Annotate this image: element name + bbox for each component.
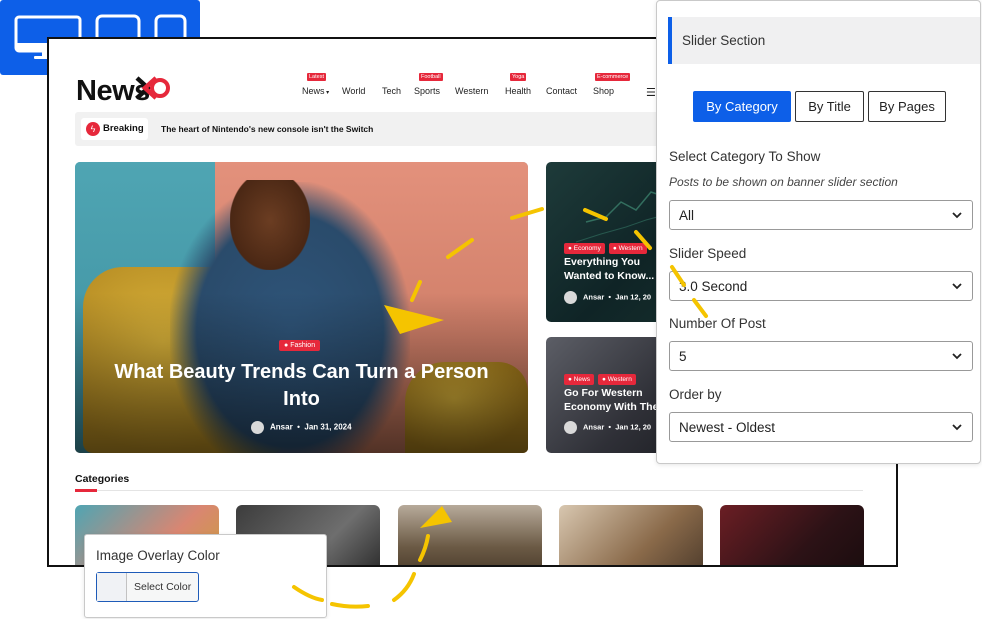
speed-select-value: 3.0 Second bbox=[679, 279, 748, 294]
card-meta: Ansar • Jan 12, 20 bbox=[564, 421, 651, 434]
caret-down-icon: ▾ bbox=[324, 90, 330, 96]
categories-heading: Categories bbox=[75, 473, 130, 485]
nav-badge: Latest bbox=[307, 73, 326, 81]
avatar bbox=[564, 291, 577, 304]
nav-label: Tech bbox=[382, 86, 402, 96]
card-badges: ● News ● Western bbox=[564, 368, 640, 386]
hero-badge-text: Fashion bbox=[290, 342, 316, 349]
nav-label: Shop bbox=[593, 86, 615, 96]
nav-label: World bbox=[342, 86, 366, 96]
order-select[interactable]: Newest - Oldest bbox=[669, 412, 973, 442]
chevron-down-icon bbox=[952, 283, 962, 290]
category-label: Select Category To Show bbox=[669, 149, 821, 164]
hero-meta: Ansar • Jan 31, 2024 bbox=[251, 421, 352, 434]
color-swatch bbox=[97, 573, 127, 601]
nav-item-tech[interactable]: Tech bbox=[382, 86, 401, 96]
avatar bbox=[251, 421, 264, 434]
hero-title[interactable]: What Beauty Trends Can Turn a Person Int… bbox=[95, 359, 508, 413]
tab-by-title[interactable]: By Title bbox=[795, 91, 864, 122]
panel-title: Slider Section bbox=[682, 33, 766, 48]
nav-label: Sports bbox=[414, 86, 441, 96]
nav-label: Western bbox=[455, 86, 489, 96]
category-select[interactable]: All bbox=[669, 200, 973, 230]
slider-settings-panel: Slider Section By Category By Title By P… bbox=[656, 0, 981, 464]
nav-item-world[interactable]: World bbox=[342, 86, 365, 96]
card-badges: ● Economy ● Western bbox=[564, 237, 651, 255]
order-label: Order by bbox=[669, 387, 722, 402]
hero-date: Jan 31, 2024 bbox=[304, 422, 352, 432]
breaking-pill: ϟ Breaking bbox=[81, 118, 148, 140]
nav-item-sports[interactable]: Sports Football bbox=[414, 73, 443, 96]
speed-select[interactable]: 3.0 Second bbox=[669, 271, 973, 301]
tab-by-category[interactable]: By Category bbox=[693, 91, 791, 122]
overlay-color-setting: Image Overlay Color Select Color bbox=[84, 534, 327, 618]
divider bbox=[75, 490, 863, 491]
category-select-value: All bbox=[679, 208, 695, 223]
nav-badge: E-commerce bbox=[595, 73, 631, 81]
hero-author[interactable]: Ansar bbox=[270, 423, 293, 432]
overlay-color-label: Image Overlay Color bbox=[96, 548, 220, 563]
nav-badge: Yoga bbox=[510, 73, 527, 81]
category-thumbnail[interactable] bbox=[398, 505, 542, 565]
nav-label: Contact bbox=[546, 86, 578, 96]
nav-label: News bbox=[302, 86, 325, 96]
hero-post[interactable]: ● Fashion What Beauty Trends Can Turn a … bbox=[75, 162, 528, 453]
select-color-button[interactable]: Select Color bbox=[96, 572, 199, 602]
nav-item-health[interactable]: Health Yoga bbox=[505, 73, 532, 96]
nav-item-news[interactable]: News ▾ Latest bbox=[302, 73, 330, 96]
category-badge[interactable]: ● Western bbox=[608, 243, 647, 254]
breaking-news-bar: ϟ Breaking The heart of Nintendo's new c… bbox=[75, 112, 675, 146]
post-count-select-value: 5 bbox=[679, 349, 687, 364]
tab-by-pages[interactable]: By Pages bbox=[868, 91, 946, 122]
post-count-label: Number Of Post bbox=[669, 316, 766, 331]
category-badge[interactable]: ● News bbox=[564, 374, 594, 385]
nav-label: Health bbox=[505, 86, 532, 96]
panel-header: Slider Section bbox=[668, 17, 980, 64]
breaking-label: Breaking bbox=[103, 123, 144, 134]
lightning-icon: ϟ bbox=[86, 122, 100, 136]
nav-item-western[interactable]: Western bbox=[455, 86, 488, 96]
category-thumbnail[interactable] bbox=[720, 505, 864, 565]
chevron-down-icon bbox=[952, 424, 962, 431]
hamburger-menu-icon[interactable]: ☰ bbox=[646, 86, 656, 99]
chevron-down-icon bbox=[952, 353, 962, 360]
nav-badge: Football bbox=[419, 73, 443, 81]
heading-underline bbox=[75, 489, 97, 492]
nav-item-shop[interactable]: Shop E-commerce bbox=[593, 73, 631, 96]
category-thumbnail[interactable] bbox=[559, 505, 703, 565]
chevron-down-icon bbox=[952, 212, 962, 219]
hero-category-badge[interactable]: ● Fashion bbox=[279, 340, 321, 351]
category-description: Posts to be shown on banner slider secti… bbox=[669, 175, 898, 189]
nav-item-contact[interactable]: Contact bbox=[546, 86, 577, 96]
breaking-headline[interactable]: The heart of Nintendo's new console isn'… bbox=[161, 124, 373, 134]
hero-person-hair bbox=[230, 180, 310, 270]
category-badge[interactable]: ● Economy bbox=[564, 243, 605, 254]
speed-label: Slider Speed bbox=[669, 246, 747, 261]
select-color-label: Select Color bbox=[134, 581, 192, 593]
post-count-select[interactable]: 5 bbox=[669, 341, 973, 371]
category-badge[interactable]: ● Western bbox=[598, 374, 636, 385]
avatar bbox=[564, 421, 577, 434]
logo-x-mark bbox=[135, 76, 170, 100]
order-select-value: Newest - Oldest bbox=[679, 420, 776, 435]
card-meta: Ansar • Jan 12, 20 bbox=[564, 291, 651, 304]
